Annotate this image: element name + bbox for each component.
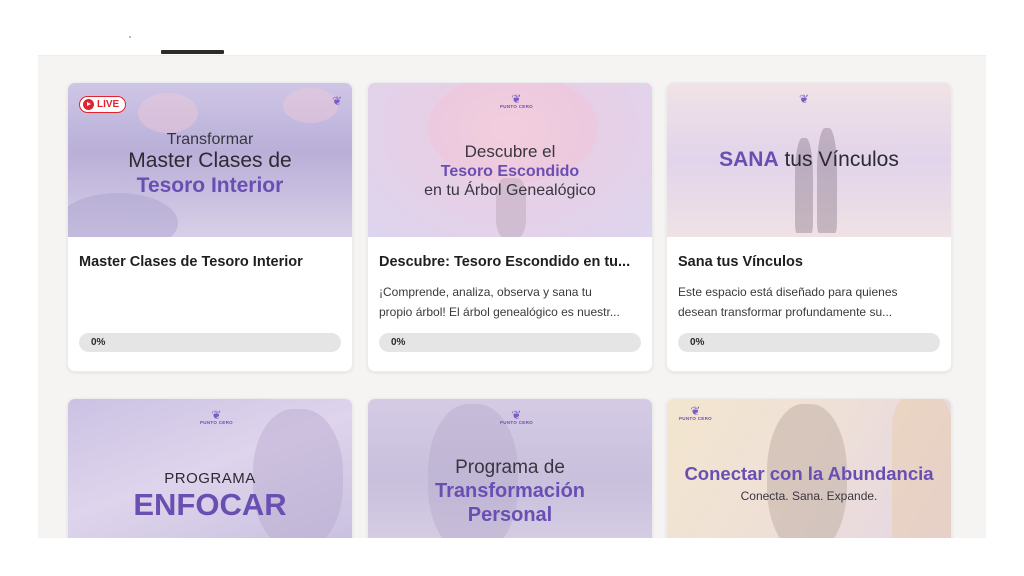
course-card[interactable]: ❦ PUNTO CERO Programa de Transformación … bbox=[367, 398, 653, 538]
description-line: propio árbol! El árbol genealógico es nu… bbox=[379, 305, 620, 319]
course-description: ¡Comprende, analiza, observa y sana tu p… bbox=[379, 282, 641, 322]
nav-dot bbox=[129, 36, 131, 38]
logo-text: PUNTO CERO bbox=[200, 420, 233, 425]
progress-label: 0% bbox=[391, 337, 406, 348]
thumb-line: Conectar con la Abundancia bbox=[684, 462, 934, 484]
thumb-line: en tu Árbol Genealógico bbox=[424, 182, 596, 200]
card-body: Sana tus Vínculos Este espacio está dise… bbox=[667, 237, 951, 371]
thumb-line: SANA bbox=[719, 148, 779, 171]
course-thumbnail[interactable]: ❦ SANA tus Vínculos bbox=[667, 83, 951, 237]
thumb-line: Transformar bbox=[166, 131, 254, 149]
top-navigation bbox=[0, 0, 1024, 55]
thumb-line: ENFOCAR bbox=[133, 486, 287, 522]
thumb-line: Conecta. Sana. Expande. bbox=[740, 488, 878, 503]
description-line: desean transformar profundamente su... bbox=[678, 305, 893, 319]
active-tab-indicator[interactable] bbox=[161, 50, 224, 54]
play-circle-icon bbox=[83, 99, 94, 110]
thumb-line: Master Clases de bbox=[128, 149, 292, 173]
course-thumbnail[interactable]: ❦ PUNTO CERO PROGRAMA ENFOCAR bbox=[68, 399, 352, 538]
card-body: Descubre: Tesoro Escondido en tu... ¡Com… bbox=[368, 237, 652, 371]
thumb-line: Descubre el bbox=[464, 141, 556, 161]
course-thumbnail[interactable]: LIVE ❦ Transformar Master Clases de Teso… bbox=[68, 83, 352, 237]
lotus-decoration bbox=[138, 93, 198, 133]
brand-logo: ❦ PUNTO CERO bbox=[200, 409, 233, 426]
thumb-line: PROGRAMA bbox=[164, 469, 256, 487]
thumb-headline: SANA tus Vínculos bbox=[719, 148, 899, 172]
logo-text: PUNTO CERO bbox=[679, 416, 712, 421]
course-thumbnail[interactable]: ❦ PUNTO CERO Programa de Transformación … bbox=[368, 399, 652, 538]
thumb-line: Personal bbox=[467, 504, 553, 527]
course-card[interactable]: ❦ PUNTO CERO PROGRAMA ENFOCAR bbox=[67, 398, 353, 538]
course-card[interactable]: ❦ SANA tus Vínculos Sana tus Vínculos Es… bbox=[666, 82, 952, 372]
logo-text: PUNTO CERO bbox=[500, 420, 533, 425]
butterfly-logo-icon: ❦ bbox=[799, 92, 810, 106]
thumb-line: Transformación bbox=[434, 480, 586, 503]
progress-bar: 0% bbox=[678, 333, 940, 352]
thumb-line: tus Vínculos bbox=[784, 148, 899, 171]
course-title[interactable]: Master Clases de Tesoro Interior bbox=[79, 254, 341, 270]
brand-logo: ❦ bbox=[799, 93, 809, 105]
progress-bar: 0% bbox=[379, 333, 641, 352]
course-title[interactable]: Descubre: Tesoro Escondido en tu... bbox=[379, 254, 641, 270]
course-grid: LIVE ❦ Transformar Master Clases de Teso… bbox=[38, 55, 986, 538]
course-card[interactable]: ❦ PUNTO CERO Descubre el Tesoro Escondid… bbox=[367, 82, 653, 372]
thumb-line: Tesoro Escondido bbox=[440, 163, 580, 180]
brand-logo: ❦ PUNTO CERO bbox=[500, 93, 533, 110]
thumb-line: Tesoro Interior bbox=[136, 173, 284, 197]
butterfly-logo-icon: ❦ bbox=[331, 94, 342, 108]
lotus-decoration bbox=[283, 88, 338, 123]
brand-logo: ❦ PUNTO CERO bbox=[500, 409, 533, 426]
progress-label: 0% bbox=[690, 337, 705, 348]
person-silhouette bbox=[817, 128, 837, 233]
course-title[interactable]: Sana tus Vínculos bbox=[678, 254, 940, 270]
live-label: LIVE bbox=[97, 99, 120, 110]
course-thumbnail[interactable]: ❦ PUNTO CERO Conectar con la Abundancia … bbox=[667, 399, 951, 538]
live-badge: LIVE bbox=[79, 96, 127, 113]
thumb-line: Programa de bbox=[455, 456, 565, 478]
water-decoration bbox=[68, 193, 178, 237]
card-body: Master Clases de Tesoro Interior 0% bbox=[68, 237, 352, 371]
course-card[interactable]: ❦ PUNTO CERO Conectar con la Abundancia … bbox=[666, 398, 952, 538]
description-line: Este espacio está diseñado para quienes bbox=[678, 285, 898, 299]
course-description: Este espacio está diseñado para quienes … bbox=[678, 282, 940, 322]
progress-bar: 0% bbox=[79, 333, 341, 352]
progress-label: 0% bbox=[91, 337, 106, 348]
brand-logo: ❦ bbox=[332, 95, 342, 107]
course-card[interactable]: LIVE ❦ Transformar Master Clases de Teso… bbox=[67, 82, 353, 372]
description-line: ¡Comprende, analiza, observa y sana tu bbox=[379, 285, 592, 299]
course-description bbox=[79, 282, 341, 322]
brand-logo: ❦ PUNTO CERO bbox=[679, 405, 712, 422]
logo-text: PUNTO CERO bbox=[500, 104, 533, 109]
course-thumbnail[interactable]: ❦ PUNTO CERO Descubre el Tesoro Escondid… bbox=[368, 83, 652, 237]
